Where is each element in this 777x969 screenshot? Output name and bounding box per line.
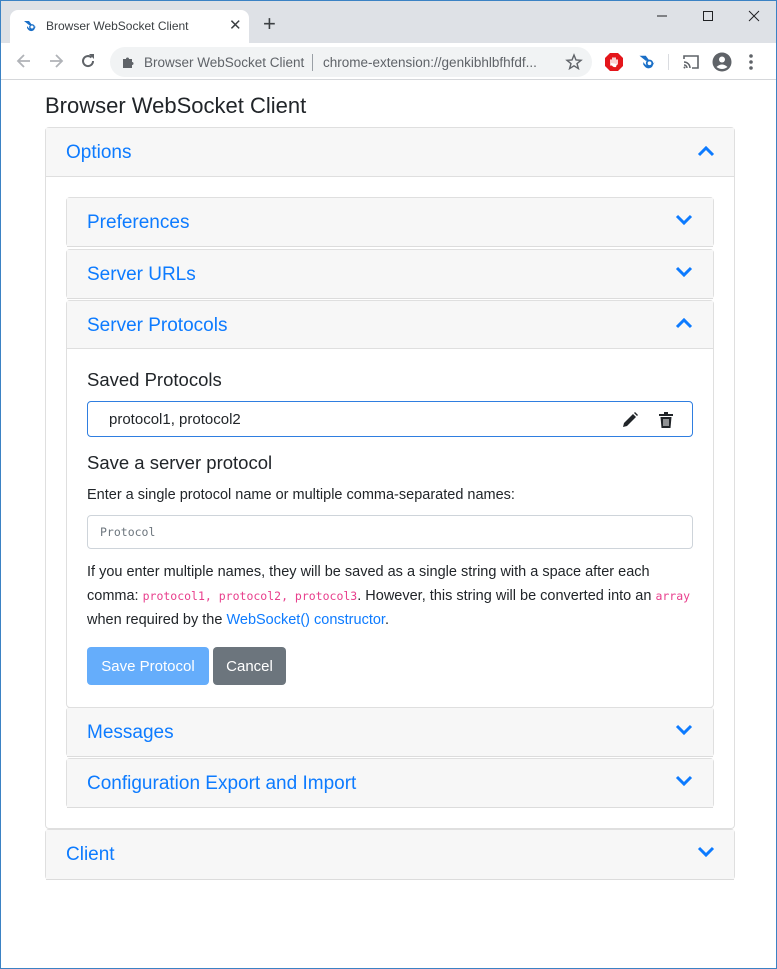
toolbar-divider: [668, 54, 669, 70]
adblock-icon[interactable]: [604, 52, 624, 72]
messages-header[interactable]: Messages: [67, 708, 713, 756]
explanation-text: If you enter multiple names, they will b…: [87, 560, 697, 632]
cancel-button[interactable]: Cancel: [213, 647, 286, 685]
tab-title: Browser WebSocket Client: [46, 19, 189, 33]
chevron-down-icon[interactable]: [675, 266, 693, 278]
options-label: Options: [66, 142, 132, 163]
maximize-button[interactable]: [688, 5, 728, 29]
options-card: Options Preferences Server URLs Server P…: [45, 127, 735, 829]
new-tab-button[interactable]: +: [263, 13, 276, 35]
browser-tab[interactable]: Browser WebSocket Client ✕: [10, 10, 249, 43]
minimize-button[interactable]: [642, 5, 682, 29]
chevron-up-icon[interactable]: [675, 317, 693, 329]
preferences-card: Preferences: [66, 197, 714, 247]
server-urls-card: Server URLs: [66, 249, 714, 299]
array-code: array: [655, 589, 691, 603]
forward-icon[interactable]: [46, 51, 66, 71]
messages-card: Messages: [66, 707, 714, 757]
chevron-down-icon[interactable]: [697, 846, 715, 858]
site-name: Browser WebSocket Client: [144, 55, 305, 70]
saved-protocol-item[interactable]: protocol1, protocol2: [87, 401, 693, 437]
explanation-part-3: when required by the: [87, 612, 227, 628]
config-export-import-header[interactable]: Configuration Export and Import: [67, 759, 713, 807]
server-protocols-card: Server Protocols Saved Protocols protoco…: [66, 300, 714, 708]
url-text[interactable]: chrome-extension://genkibhlbfhfdf...: [323, 55, 537, 70]
chevron-down-icon[interactable]: [675, 775, 693, 787]
protocol-input[interactable]: [87, 515, 693, 549]
server-protocols-label: Server Protocols: [87, 315, 228, 336]
browser-title-bar: Browser WebSocket Client ✕ +: [1, 1, 776, 43]
client-label: Client: [66, 844, 115, 865]
saved-protocol-value: protocol1, protocol2: [109, 411, 241, 428]
save-protocol-heading: Save a server protocol: [87, 452, 273, 473]
messages-label: Messages: [87, 722, 174, 743]
reload-icon[interactable]: [78, 51, 98, 71]
back-icon[interactable]: [14, 51, 34, 71]
close-icon[interactable]: ✕: [229, 17, 242, 35]
instructions-text: Enter a single protocol name or multiple…: [87, 487, 515, 503]
client-card: Client: [45, 829, 735, 880]
profile-icon[interactable]: [712, 52, 732, 72]
trash-icon[interactable]: [657, 411, 675, 429]
bookmark-star-icon[interactable]: [565, 53, 583, 71]
explanation-part-4: .: [384, 612, 389, 628]
save-protocol-button[interactable]: Save Protocol: [87, 647, 209, 685]
preferences-header[interactable]: Preferences: [67, 198, 713, 246]
chevron-up-icon[interactable]: [697, 145, 715, 157]
websocket-extension-icon: [22, 18, 38, 34]
page-title: Browser WebSocket Client: [45, 93, 307, 118]
extension-puzzle-icon: [121, 55, 135, 69]
saved-protocols-heading: Saved Protocols: [87, 369, 222, 390]
server-urls-header[interactable]: Server URLs: [67, 250, 713, 298]
websocket-constructor-link[interactable]: WebSocket() constructor: [226, 612, 385, 628]
server-protocols-header[interactable]: Server Protocols: [67, 301, 713, 349]
pencil-icon[interactable]: [621, 411, 639, 429]
websocket-extension-icon[interactable]: [637, 52, 657, 72]
config-export-import-label: Configuration Export and Import: [87, 773, 357, 794]
omnibox-separator: [312, 54, 313, 71]
explanation-part-2: . However, this string will be converted…: [357, 588, 656, 604]
example-code: protocol1, protocol2, protocol3: [142, 589, 358, 603]
browser-toolbar: Browser WebSocket Client chrome-extensio…: [1, 43, 776, 80]
server-urls-label: Server URLs: [87, 264, 196, 285]
window-close-button[interactable]: [734, 5, 774, 29]
options-header[interactable]: Options: [46, 128, 734, 177]
chevron-down-icon[interactable]: [675, 724, 693, 736]
menu-dots-icon[interactable]: [747, 52, 767, 72]
chevron-down-icon[interactable]: [675, 214, 693, 226]
address-bar[interactable]: Browser WebSocket Client chrome-extensio…: [110, 47, 592, 77]
cast-icon[interactable]: [681, 52, 701, 72]
preferences-label: Preferences: [87, 212, 190, 233]
config-export-import-card: Configuration Export and Import: [66, 758, 714, 808]
client-header[interactable]: Client: [46, 830, 734, 879]
